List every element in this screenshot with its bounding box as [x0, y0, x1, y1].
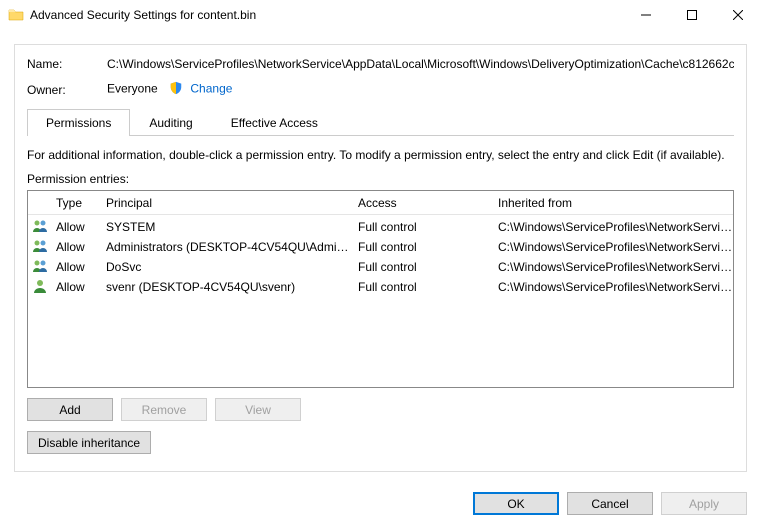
- grid-header[interactable]: Type Principal Access Inherited from: [28, 191, 733, 215]
- instructions-text: For additional information, double-click…: [27, 148, 734, 162]
- main-panel: Name: C:\Windows\ServiceProfiles\Network…: [14, 44, 747, 472]
- window-buttons: [623, 0, 761, 30]
- cell-principal: Administrators (DESKTOP-4CV54QU\Admin...: [100, 240, 352, 254]
- cell-principal: svenr (DESKTOP-4CV54QU\svenr): [100, 280, 352, 294]
- col-type[interactable]: Type: [50, 196, 100, 210]
- remove-button[interactable]: Remove: [121, 398, 207, 421]
- view-button[interactable]: View: [215, 398, 301, 421]
- table-row[interactable]: AllowSYSTEMFull controlC:\Windows\Servic…: [28, 217, 733, 237]
- tab-auditing[interactable]: Auditing: [130, 109, 211, 136]
- cell-type: Allow: [50, 260, 100, 274]
- shield-icon: [169, 81, 183, 98]
- cell-access: Full control: [352, 220, 492, 234]
- principal-icon: [28, 258, 50, 277]
- cell-type: Allow: [50, 280, 100, 294]
- col-access[interactable]: Access: [352, 196, 492, 210]
- cell-inherited: C:\Windows\ServiceProfiles\NetworkServic…: [492, 280, 733, 294]
- cell-access: Full control: [352, 260, 492, 274]
- owner-label: Owner:: [27, 83, 107, 97]
- owner-value: Everyone: [107, 82, 158, 96]
- cell-access: Full control: [352, 240, 492, 254]
- cell-principal: DoSvc: [100, 260, 352, 274]
- maximize-button[interactable]: [669, 0, 715, 30]
- close-button[interactable]: [715, 0, 761, 30]
- cell-type: Allow: [50, 240, 100, 254]
- titlebar: Advanced Security Settings for content.b…: [0, 0, 761, 30]
- principal-icon: [28, 238, 50, 257]
- disable-inheritance-button[interactable]: Disable inheritance: [27, 431, 151, 454]
- cell-inherited: C:\Windows\ServiceProfiles\NetworkServic…: [492, 240, 733, 254]
- add-button[interactable]: Add: [27, 398, 113, 421]
- cell-principal: SYSTEM: [100, 220, 352, 234]
- ok-button[interactable]: OK: [473, 492, 559, 515]
- cell-inherited: C:\Windows\ServiceProfiles\NetworkServic…: [492, 220, 733, 234]
- folder-icon: [8, 7, 24, 23]
- cell-type: Allow: [50, 220, 100, 234]
- change-owner-link[interactable]: Change: [190, 82, 232, 96]
- principal-icon: [28, 218, 50, 237]
- name-label: Name:: [27, 57, 107, 71]
- minimize-button[interactable]: [623, 0, 669, 30]
- entries-label: Permission entries:: [27, 172, 734, 186]
- col-inherited[interactable]: Inherited from: [492, 196, 733, 210]
- table-row[interactable]: AllowAdministrators (DESKTOP-4CV54QU\Adm…: [28, 237, 733, 257]
- dialog-buttons: OK Cancel Apply: [0, 482, 761, 519]
- apply-button[interactable]: Apply: [661, 492, 747, 515]
- window-title: Advanced Security Settings for content.b…: [30, 8, 623, 22]
- table-row[interactable]: Allowsvenr (DESKTOP-4CV54QU\svenr)Full c…: [28, 277, 733, 297]
- permissions-grid[interactable]: Type Principal Access Inherited from All…: [27, 190, 734, 388]
- col-principal[interactable]: Principal: [100, 196, 352, 210]
- tab-bar: Permissions Auditing Effective Access: [27, 108, 734, 136]
- tab-effective-access[interactable]: Effective Access: [212, 109, 337, 136]
- cell-inherited: C:\Windows\ServiceProfiles\NetworkServic…: [492, 260, 733, 274]
- principal-icon: [28, 278, 50, 297]
- cancel-button[interactable]: Cancel: [567, 492, 653, 515]
- tab-permissions[interactable]: Permissions: [27, 109, 130, 136]
- table-row[interactable]: AllowDoSvcFull controlC:\Windows\Service…: [28, 257, 733, 277]
- cell-access: Full control: [352, 280, 492, 294]
- name-value: C:\Windows\ServiceProfiles\NetworkServic…: [107, 57, 734, 71]
